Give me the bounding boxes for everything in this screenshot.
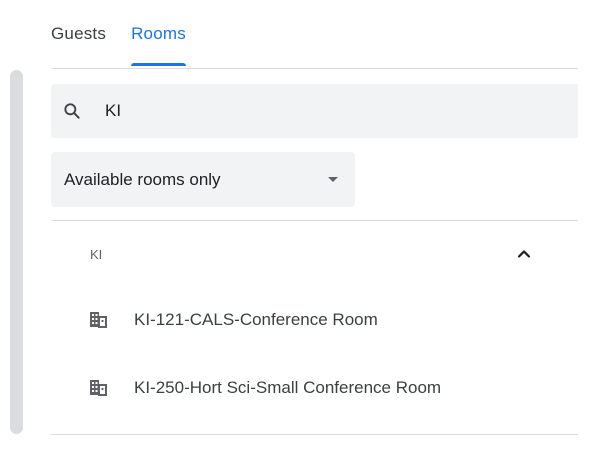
room-list-item[interactable]: KI-121-CALS-Conference Room (51, 298, 578, 340)
search-icon (62, 101, 82, 121)
list-divider (51, 434, 578, 435)
building-icon (88, 309, 108, 329)
scrollbar[interactable] (10, 70, 23, 434)
tabs-divider (51, 68, 578, 69)
tab-bar: Guests Rooms (51, 0, 211, 69)
tab-guests[interactable]: Guests (51, 0, 106, 69)
active-tab-indicator (131, 63, 186, 66)
room-search-box[interactable] (51, 84, 578, 138)
availability-filter-dropdown[interactable]: Available rooms only (51, 152, 355, 207)
tab-rooms-label: Rooms (131, 24, 186, 43)
room-name: KI-250-Hort Sci-Small Conference Room (134, 377, 442, 397)
room-list-item[interactable]: KI-250-Hort Sci-Small Conference Room (51, 362, 578, 412)
caret-down-icon (328, 177, 338, 182)
room-name: KI-121-CALS-Conference Room (134, 309, 378, 329)
tab-guests-label: Guests (51, 24, 107, 43)
rooms-panel: Guests Rooms Available rooms only KI (0, 0, 610, 468)
chevron-up-icon[interactable] (516, 246, 532, 262)
building-icon (88, 377, 108, 397)
tab-rooms[interactable]: Rooms (131, 0, 186, 69)
list-divider (51, 220, 578, 221)
room-search-input[interactable] (105, 101, 505, 121)
room-group-label: KI (90, 246, 103, 262)
room-group-header[interactable]: KI (51, 234, 578, 274)
availability-filter-value: Available rooms only (64, 169, 221, 189)
